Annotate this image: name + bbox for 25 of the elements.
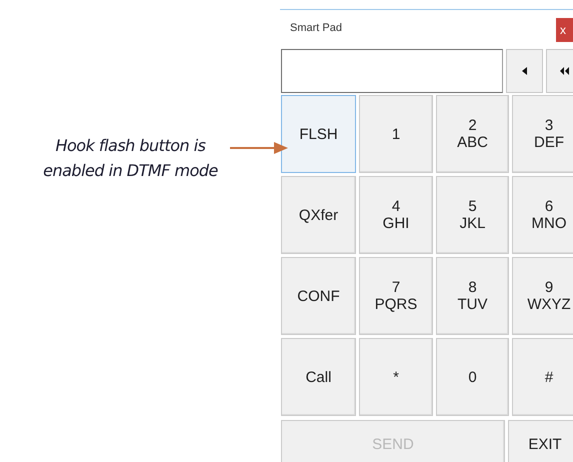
keypad-key[interactable]: QXfer (281, 176, 356, 254)
exit-button[interactable]: EXIT (508, 420, 573, 462)
window-title: Smart Pad (290, 22, 342, 34)
arrow (230, 141, 288, 155)
keypad-key[interactable]: 3 DEF (512, 95, 573, 173)
keypad-key[interactable]: * (359, 338, 433, 416)
keypad-key[interactable]: Call (281, 338, 356, 416)
number-field[interactable] (281, 49, 503, 93)
close-button[interactable]: x (556, 18, 573, 42)
keypad-key[interactable]: # (512, 338, 573, 416)
keypad-key[interactable]: 4 GHI (359, 176, 433, 254)
keypad-key[interactable]: 9 WXYZ (512, 257, 573, 335)
keypad-key[interactable]: 8 TUV (436, 257, 509, 335)
keypad-key[interactable]: 5 JKL (436, 176, 509, 254)
keypad-key[interactable]: 0 (436, 338, 509, 416)
left-triangle-icon (522, 67, 527, 75)
keypad-key[interactable]: FLSH (281, 95, 356, 173)
annotation-text: Hook flash button is enabled in DTMF mode (42, 135, 219, 182)
keypad-key[interactable]: 6 MNO (512, 176, 573, 254)
double-left-triangle-icon (560, 67, 569, 75)
clear-button[interactable] (546, 49, 573, 93)
keypad-key[interactable]: 2 ABC (436, 95, 509, 173)
keypad-key[interactable]: CONF (281, 257, 356, 335)
keypad-key[interactable]: 1 (359, 95, 433, 173)
keypad-key[interactable]: 7 PQRS (359, 257, 433, 335)
